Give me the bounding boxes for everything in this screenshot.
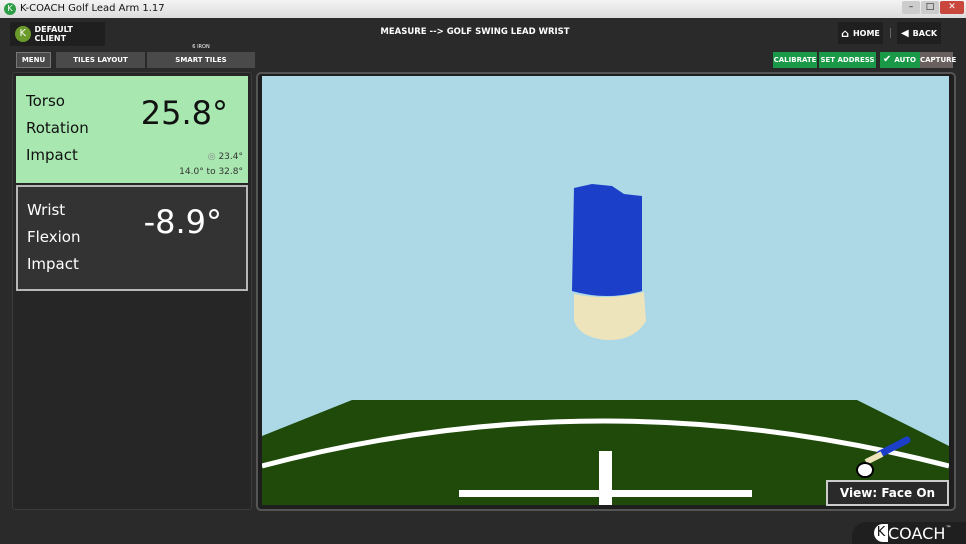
title-bar: K K-COACH Golf Lead Arm 1.17 – □ ✕: [0, 0, 966, 18]
back-button[interactable]: ◀ BACK: [897, 22, 941, 44]
stance-line: [459, 490, 752, 497]
tile-range: 14.0° to 32.8°: [179, 167, 243, 177]
tile-wrist-flexion[interactable]: Wrist Flexion Impact -8.9°: [16, 185, 248, 291]
home-icon: ⌂: [841, 26, 849, 40]
tile-label: Flexion: [27, 228, 81, 246]
home-button[interactable]: ⌂ HOME: [838, 22, 883, 44]
client-logo-icon: K: [15, 26, 31, 42]
tile-label: Wrist: [27, 201, 66, 219]
tab-menu[interactable]: MENU: [16, 52, 51, 68]
tab-tiles-layout[interactable]: TILES LAYOUT: [56, 52, 145, 68]
client-name: DEFAULT CLIENT: [34, 25, 73, 43]
brand-name: COACH: [888, 523, 946, 543]
tab-smart-tiles[interactable]: SMART TILES: [147, 52, 255, 68]
club-head: [856, 462, 874, 478]
3d-viewport[interactable]: [262, 76, 949, 505]
kcoach-logo: K COACH ™: [852, 522, 966, 544]
checkmark-icon: ✔: [883, 54, 892, 65]
torso-model: [572, 184, 642, 296]
view-label[interactable]: View: Face On: [826, 480, 949, 506]
back-label: BACK: [912, 28, 938, 38]
auto-label: AUTO: [894, 56, 917, 64]
tile-label: Impact: [27, 255, 79, 273]
tile-label: Impact: [26, 146, 78, 164]
tile-label: Rotation: [26, 119, 89, 137]
target-icon: ◎: [207, 152, 219, 162]
window-title: K-COACH Golf Lead Arm 1.17: [20, 3, 165, 14]
tile-value: 25.8°: [140, 94, 228, 132]
tile-torso-rotation[interactable]: Torso Rotation Impact 25.8° ◎ 23.4° 14.0…: [16, 76, 248, 183]
tile-label: Torso: [26, 92, 65, 110]
calibrate-button[interactable]: CALIBRATE: [773, 52, 817, 68]
set-address-button[interactable]: SET ADDRESS: [819, 52, 876, 68]
brand-letter: K: [874, 524, 888, 542]
divider: [890, 28, 891, 38]
brand-tm: ™: [945, 525, 952, 532]
tile-value: -8.9°: [143, 203, 222, 241]
auto-toggle[interactable]: ✔ AUTO: [880, 52, 920, 68]
tile-target: 23.4°: [218, 152, 243, 162]
home-label: HOME: [852, 28, 880, 38]
back-icon: ◀: [900, 27, 909, 39]
maximize-button[interactable]: □: [921, 1, 939, 14]
app-logo-icon: K: [4, 3, 16, 15]
club-label: 6 IRON: [192, 44, 210, 50]
client-button[interactable]: K DEFAULT CLIENT: [10, 22, 105, 46]
close-button[interactable]: ✕: [940, 1, 964, 14]
minimize-button[interactable]: –: [902, 1, 920, 14]
capture-button[interactable]: CAPTURE: [920, 52, 956, 68]
page-title: MEASURE --> GOLF SWING LEAD WRIST: [380, 27, 570, 37]
